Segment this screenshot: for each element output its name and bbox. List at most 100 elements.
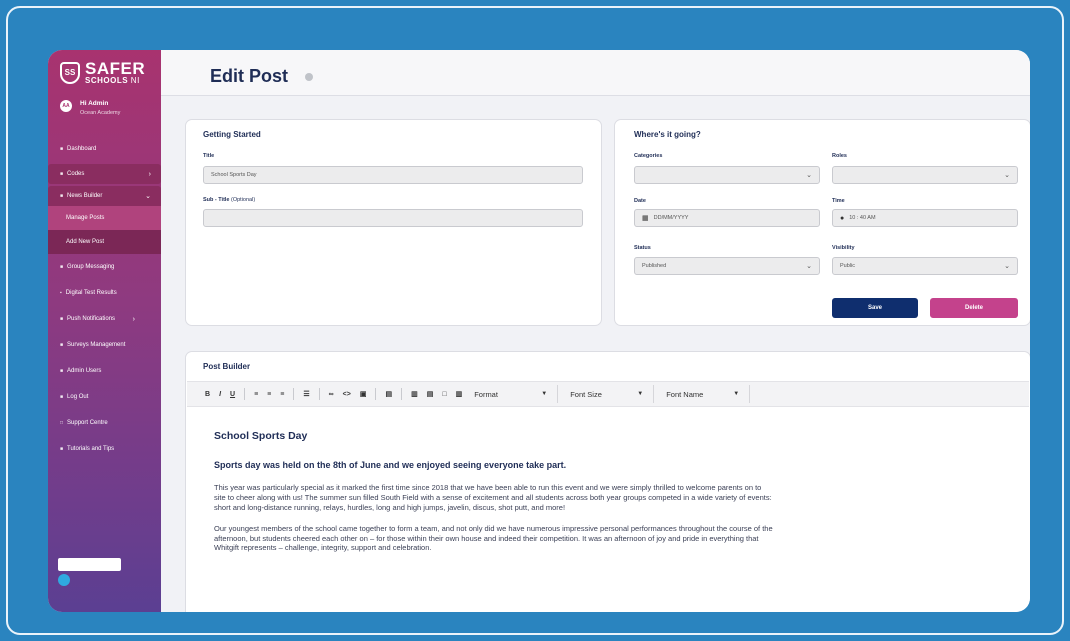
promo-badge[interactable] (58, 558, 121, 571)
divider (318, 388, 320, 400)
where-card: Where's it going? Categories ⌄ Roles ⌄ D… (614, 119, 1030, 326)
sidebar: SS SAFER SCHOOLS NI AA Hi Admin Ocean Ac… (48, 50, 161, 612)
sidebar-item-dashboard[interactable]: ■ Dashboard (48, 136, 161, 162)
app-window: SS SAFER SCHOOLS NI AA Hi Admin Ocean Ac… (48, 50, 1030, 612)
roles-select[interactable]: ⌄ (832, 166, 1018, 184)
chat-icon[interactable] (58, 574, 70, 586)
page-title: Edit Post (210, 66, 289, 86)
brand-logo[interactable]: SS SAFER SCHOOLS NI (60, 60, 145, 85)
sidebar-item-label: Admin Users (67, 368, 102, 374)
time-input[interactable]: ● 10 : 40 AM (832, 209, 1018, 227)
status-label: Status (634, 245, 651, 251)
chevron-down-icon: ⌄ (1004, 263, 1010, 270)
font-size-select[interactable]: Font Size ▼ (562, 385, 655, 403)
editor-content[interactable]: School Sports Day Sports day was held on… (214, 430, 1002, 564)
sidebar-item-add-new-post[interactable]: Add New Post (48, 230, 161, 254)
editor-toolbar: B I U ≡ ≡ ≡ ☰ ∞ <> ▣ ▤ ▥ ▤ □ ▥ Format ▼ F… (187, 381, 1029, 407)
sidebar-item-label: Support Centre (67, 420, 108, 426)
subtitle-input[interactable] (203, 209, 583, 227)
table-icon[interactable]: ▤ (385, 390, 392, 398)
divider (375, 388, 377, 400)
visibility-label: Visibility (832, 245, 855, 251)
format-select[interactable]: Format ▼ (466, 385, 559, 403)
sidebar-item-label: Log Out (67, 394, 89, 400)
title-input[interactable]: School Sports Day (203, 166, 583, 184)
code-icon[interactable]: <> (343, 391, 351, 398)
font-name-select[interactable]: Font Name ▼ (658, 385, 751, 403)
sidebar-item-push-notifications[interactable]: ■ Push Notifications › (48, 306, 161, 332)
users-icon: ■ (60, 368, 64, 374)
sidebar-item-label: Manage Posts (66, 215, 105, 221)
sidebar-item-codes[interactable]: ■ Codes › (48, 164, 161, 184)
chevron-down-icon: ⌄ (806, 172, 812, 179)
sidebar-item-label: Surveys Management (67, 342, 126, 348)
date-input[interactable]: ▦ DD/MM/YYYY (634, 209, 820, 227)
top-bar: Edit Post (161, 50, 1030, 96)
post-paragraph: Our youngest members of the school came … (214, 523, 773, 553)
divider (244, 388, 246, 400)
title-label: Title (203, 153, 215, 159)
sidebar-item-group-messaging[interactable]: ■ Group Messaging (48, 254, 161, 280)
sidebar-nav: ■ Dashboard ■ Codes › ■ News Builder ⌄ Manage… (48, 136, 161, 462)
subtitle-label: Sub - Title (Optional) (203, 197, 256, 203)
sidebar-item-label: News Builder (67, 193, 103, 199)
chevron-down-icon: ⌄ (1004, 172, 1010, 179)
avatar: AA (60, 100, 72, 112)
underline-button[interactable]: U (230, 391, 235, 398)
card-title: Where's it going? (634, 130, 701, 139)
columns-icon[interactable]: ▥ (456, 390, 463, 398)
divider (293, 388, 295, 400)
row-below-icon[interactable]: ▤ (427, 390, 434, 398)
sidebar-item-log-out[interactable]: ■ Log Out (48, 384, 161, 410)
post-heading: School Sports Day (214, 430, 308, 442)
status-select[interactable]: Published ⌄ (634, 257, 820, 275)
tutorial-icon: ■ (60, 446, 64, 452)
getting-started-card: Getting Started Title School Sports Day … (185, 119, 602, 326)
sidebar-item-tutorials[interactable]: ■ Tutorials and Tips (48, 436, 161, 462)
date-label: Date (634, 198, 646, 204)
image-icon[interactable]: ▣ (360, 390, 367, 398)
sidebar-item-label: Codes (67, 171, 85, 177)
news-icon: ■ (60, 193, 64, 199)
user-org: Ocean Academy (80, 110, 121, 116)
sidebar-item-admin-users[interactable]: ■ Admin Users (48, 358, 161, 384)
align-right-icon[interactable]: ≡ (280, 391, 284, 398)
sidebar-item-label: Dashboard (67, 146, 97, 152)
link-icon[interactable]: ∞ (329, 391, 334, 398)
user-block: AA Hi Admin Ocean Academy (60, 100, 120, 116)
support-icon: □ (60, 420, 64, 426)
date-placeholder: DD/MM/YYYY (653, 215, 689, 221)
caret-down-icon: ▼ (637, 391, 644, 397)
visibility-select[interactable]: Public ⌄ (832, 257, 1018, 275)
visibility-value: Public (840, 263, 855, 269)
chevron-down-icon: ⌄ (145, 193, 151, 200)
bell-icon: ■ (60, 316, 64, 322)
title-value: School Sports Day (211, 172, 257, 178)
chevron-down-icon: ⌄ (806, 263, 812, 270)
row-above-icon[interactable]: ▥ (411, 390, 418, 398)
sidebar-item-support-centre[interactable]: □ Support Centre (48, 410, 161, 436)
italic-button[interactable]: I (219, 391, 221, 398)
box-icon[interactable]: □ (442, 391, 446, 398)
list-icon[interactable]: ☰ (303, 390, 309, 398)
delete-button[interactable]: Delete (930, 298, 1018, 318)
brand-sub: SCHOOLS (85, 76, 129, 85)
status-value: Published (642, 263, 667, 269)
align-center-icon[interactable]: ≡ (267, 391, 271, 398)
sidebar-item-label: Tutorials and Tips (67, 446, 115, 452)
post-subheading: Sports day was held on the 8th of June a… (214, 460, 567, 470)
sidebar-item-news-builder[interactable]: ■ News Builder ⌄ (48, 186, 161, 206)
sidebar-item-digital-test-results[interactable]: ▪ Digital Test Results (48, 280, 161, 306)
bold-button[interactable]: B (205, 391, 210, 398)
chevron-right-icon: › (148, 170, 151, 178)
card-title: Post Builder (203, 362, 251, 371)
categories-select[interactable]: ⌄ (634, 166, 820, 184)
align-left-icon[interactable]: ≡ (254, 391, 258, 398)
time-label: Time (832, 198, 845, 204)
sidebar-item-manage-posts[interactable]: Manage Posts (48, 206, 161, 230)
sidebar-item-surveys-management[interactable]: ■ Surveys Management (48, 332, 161, 358)
brand-region: NI (130, 76, 140, 85)
roles-label: Roles (832, 153, 847, 159)
save-button[interactable]: Save (832, 298, 918, 318)
info-icon[interactable] (305, 73, 313, 81)
